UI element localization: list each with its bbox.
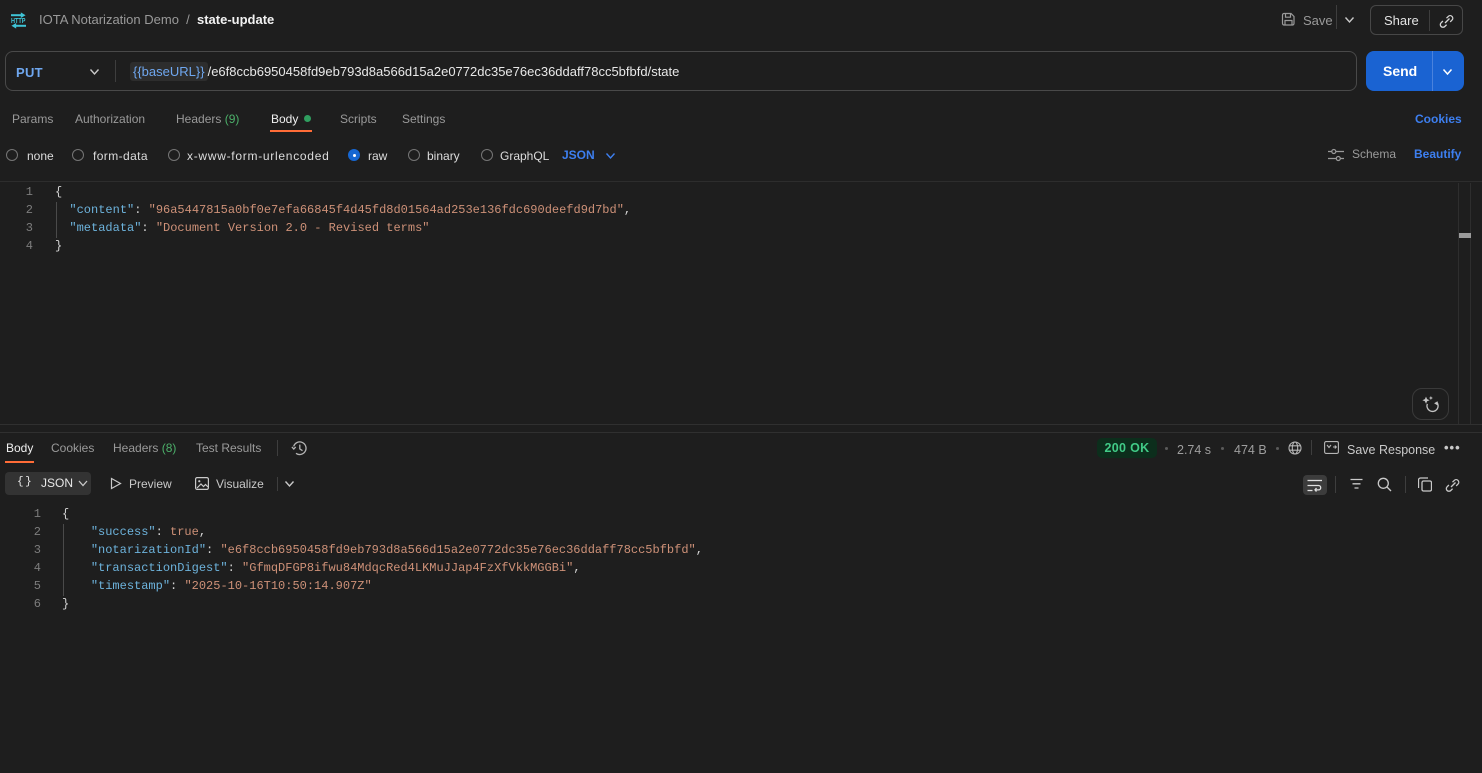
svg-text:HTTP: HTTP: [11, 18, 26, 25]
